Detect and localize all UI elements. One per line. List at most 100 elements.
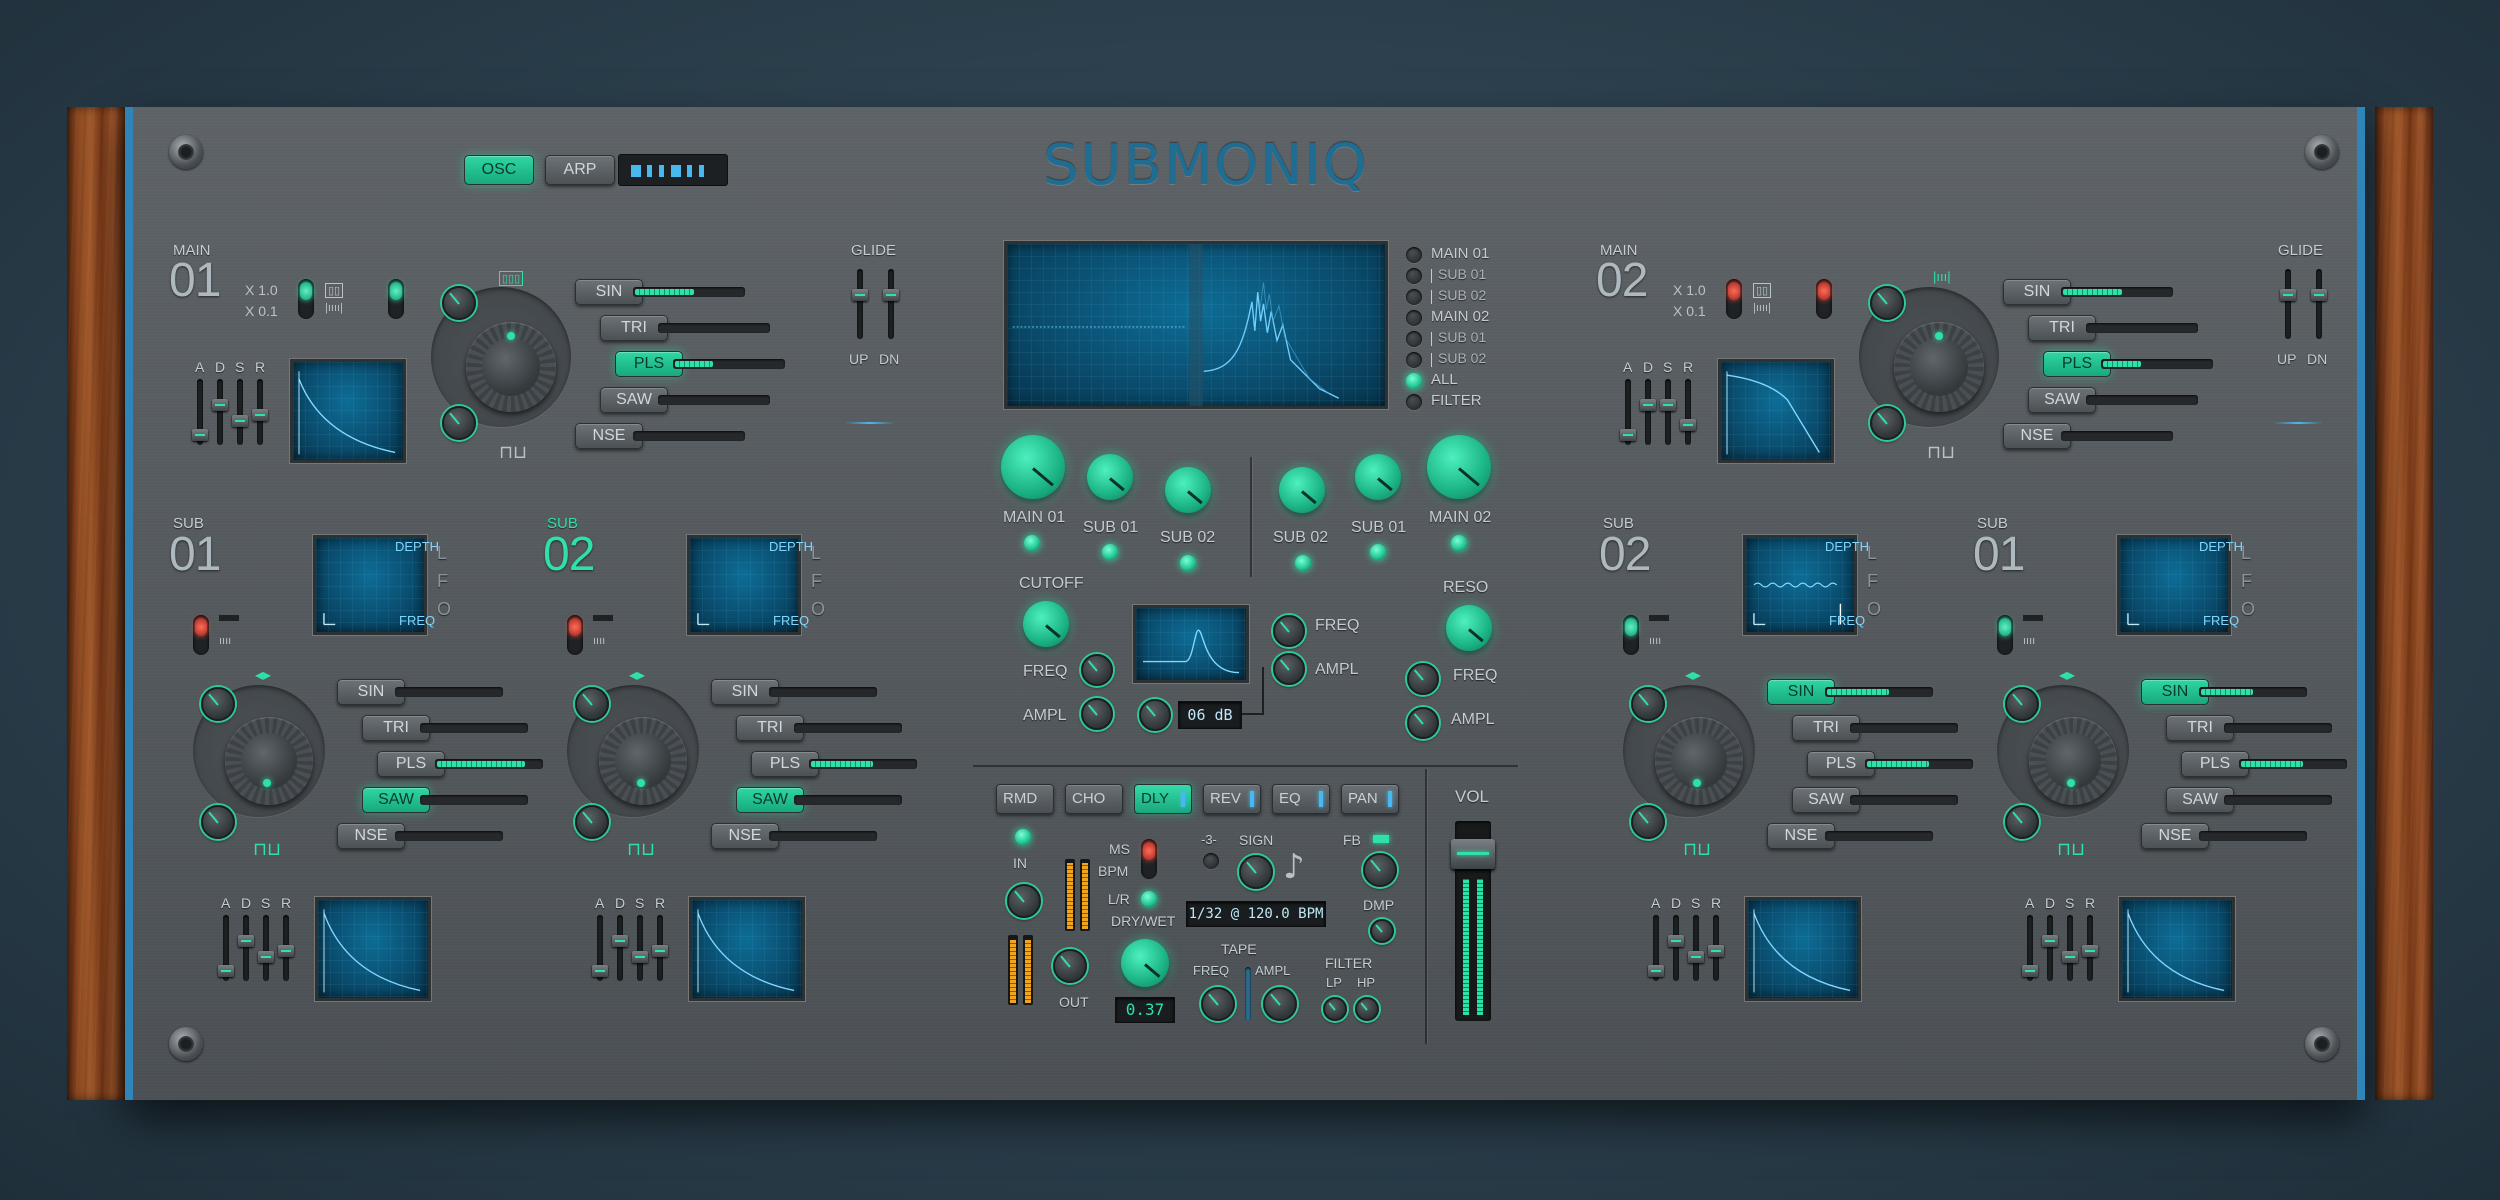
scope-source-label-1[interactable]: SUB 01 bbox=[1438, 266, 1486, 282]
main02-attack-fader[interactable] bbox=[1620, 379, 1636, 445]
sub-left-2-adsr-r-fader[interactable] bbox=[652, 915, 668, 981]
scope-source-led-4[interactable] bbox=[1406, 331, 1422, 347]
sub-left-2-adsr-a-fader[interactable] bbox=[592, 915, 608, 981]
scope-source-led-5[interactable] bbox=[1406, 352, 1422, 368]
main01-decay-fader[interactable] bbox=[212, 379, 228, 445]
scope-source-label-5[interactable]: SUB 02 bbox=[1438, 350, 1486, 366]
reso-ampl-knob[interactable] bbox=[1407, 707, 1439, 739]
fx-tape-freq-knob[interactable] bbox=[1201, 987, 1235, 1021]
filter-ampl-knob-left[interactable] bbox=[1081, 698, 1113, 730]
main02-fine-knob[interactable] bbox=[1870, 286, 1904, 320]
fx-in-knob[interactable] bbox=[1007, 884, 1041, 918]
sub-left-1-adsr-a-fader[interactable] bbox=[218, 915, 234, 981]
fx-sign-knob[interactable] bbox=[1239, 855, 1273, 889]
sub-right-2-wave-tri-level[interactable] bbox=[1850, 723, 1958, 733]
fx-lr-led[interactable] bbox=[1141, 891, 1157, 907]
filter-cutoff-knob[interactable] bbox=[1023, 601, 1069, 647]
main02-voice-switch[interactable] bbox=[1816, 279, 1832, 319]
main01-wave-saw-level[interactable] bbox=[658, 395, 770, 405]
sub-left-1-wave-tri-level[interactable] bbox=[420, 723, 528, 733]
sub-right-2-wave-nse-level[interactable] bbox=[1825, 831, 1933, 841]
scope-source-led-7[interactable] bbox=[1406, 394, 1422, 410]
main02-wave-nse-level[interactable] bbox=[2061, 431, 2173, 441]
main02-decay-fader[interactable] bbox=[1640, 379, 1656, 445]
mix-sub02-knob[interactable] bbox=[1165, 467, 1211, 513]
sub-left-1-adsr-r-fader[interactable] bbox=[278, 915, 294, 981]
fx-hp-knob[interactable] bbox=[1355, 997, 1379, 1021]
sub-right-1-phase-knob[interactable] bbox=[2005, 805, 2039, 839]
filter-freq-knob-left[interactable] bbox=[1081, 654, 1113, 686]
main01-mult-switch[interactable] bbox=[298, 279, 314, 319]
fx-tab-pan[interactable]: PAN bbox=[1341, 784, 1399, 814]
main02-pitch-knob[interactable] bbox=[1894, 322, 1984, 412]
mix-sub01-knob[interactable] bbox=[1087, 454, 1133, 500]
scope-source-led-1[interactable] bbox=[1406, 268, 1422, 284]
main01-glide-up-fader[interactable] bbox=[852, 269, 868, 339]
main02-phase-knob[interactable] bbox=[1870, 406, 1904, 440]
sub-right-1-wave-pls-level[interactable] bbox=[2239, 759, 2347, 769]
filter-freq-knob-right[interactable] bbox=[1273, 615, 1305, 647]
sub-left-1-wave-saw-level[interactable] bbox=[420, 795, 528, 805]
sub-right-1-adsr-s-fader[interactable] bbox=[2062, 915, 2078, 981]
main01-wave-pls-level[interactable] bbox=[673, 359, 785, 369]
fx-tab-cho[interactable]: CHO bbox=[1065, 784, 1123, 814]
main01-wave-tri-level[interactable] bbox=[658, 323, 770, 333]
sub-left-2-mode-switch[interactable] bbox=[567, 615, 583, 655]
mix-right-sub02-knob[interactable] bbox=[1279, 467, 1325, 513]
sub-right-1-adsr-r-fader[interactable] bbox=[2082, 915, 2098, 981]
filter-ampl-knob-right[interactable] bbox=[1273, 653, 1305, 685]
sub-right-2-adsr-d-fader[interactable] bbox=[1668, 915, 1684, 981]
main02-wave-tri-level[interactable] bbox=[2086, 323, 2198, 333]
sub-right-2-mode-switch[interactable] bbox=[1623, 615, 1639, 655]
scope-source-label-3[interactable]: MAIN 02 bbox=[1431, 308, 1489, 325]
fx-drywet-knob[interactable] bbox=[1121, 939, 1169, 987]
arp-pattern-display[interactable] bbox=[618, 154, 728, 186]
scope-source-label-4[interactable]: SUB 01 bbox=[1438, 329, 1486, 345]
main01-pitch-knob[interactable] bbox=[466, 322, 556, 412]
main01-wave-sin-level[interactable] bbox=[633, 287, 745, 297]
sub-left-1-adsr-d-fader[interactable] bbox=[238, 915, 254, 981]
sub-right-1-wave-saw-level[interactable] bbox=[2224, 795, 2332, 805]
mix-main01-knob[interactable] bbox=[1001, 435, 1065, 499]
sub-left-2-wave-pls-level[interactable] bbox=[809, 759, 917, 769]
sub-right-2-fine-knob[interactable] bbox=[1631, 687, 1665, 721]
fx-tape-ampl-knob[interactable] bbox=[1263, 987, 1297, 1021]
main02-mult-switch[interactable] bbox=[1726, 279, 1742, 319]
sub-left-2-adsr-s-fader[interactable] bbox=[632, 915, 648, 981]
scope-source-led-2[interactable] bbox=[1406, 289, 1422, 305]
scope-source-label-2[interactable]: SUB 02 bbox=[1438, 287, 1486, 303]
vol-fader-cap[interactable] bbox=[1451, 839, 1495, 869]
sub-right-1-fine-knob[interactable] bbox=[2005, 687, 2039, 721]
fx-drywet-readout[interactable]: 0.37 bbox=[1115, 997, 1175, 1023]
main02-glide-up-fader[interactable] bbox=[2280, 269, 2296, 339]
sub-left-2-adsr-d-fader[interactable] bbox=[612, 915, 628, 981]
sub-right-2-pitch-knob[interactable] bbox=[1655, 717, 1743, 805]
sub-left-1-phase-knob[interactable] bbox=[201, 805, 235, 839]
sub-right-2-wave-saw-level[interactable] bbox=[1850, 795, 1958, 805]
fx-power-led[interactable] bbox=[1015, 829, 1031, 845]
sub-right-2-adsr-a-fader[interactable] bbox=[1648, 915, 1664, 981]
sub-left-1-wave-pls-level[interactable] bbox=[435, 759, 543, 769]
vol-fader-track[interactable] bbox=[1451, 821, 1495, 1021]
mix-right-sub01-knob[interactable] bbox=[1355, 454, 1401, 500]
sub-left-2-fine-knob[interactable] bbox=[575, 687, 609, 721]
fx-lp-knob[interactable] bbox=[1323, 997, 1347, 1021]
main02-sustain-fader[interactable] bbox=[1660, 379, 1676, 445]
fx-sync-readout[interactable]: 1/32 @ 120.0 BPM bbox=[1186, 901, 1326, 927]
sub-left-2-wave-saw-level[interactable] bbox=[794, 795, 902, 805]
sub-left-2-phase-knob[interactable] bbox=[575, 805, 609, 839]
sub-left-1-pitch-knob[interactable] bbox=[225, 717, 313, 805]
main01-voice-switch[interactable] bbox=[388, 279, 404, 319]
scope-source-label-6[interactable]: ALL bbox=[1431, 371, 1458, 388]
main02-wave-pls-level[interactable] bbox=[2101, 359, 2213, 369]
main02-wave-saw-level[interactable] bbox=[2086, 395, 2198, 405]
main02-wave-sin-level[interactable] bbox=[2061, 287, 2173, 297]
sub-right-1-adsr-d-fader[interactable] bbox=[2042, 915, 2058, 981]
main01-wave-nse-level[interactable] bbox=[633, 431, 745, 441]
sub-right-2-adsr-r-fader[interactable] bbox=[1708, 915, 1724, 981]
main01-release-fader[interactable] bbox=[252, 379, 268, 445]
main01-attack-fader[interactable] bbox=[192, 379, 208, 445]
fx-tab-dly[interactable]: DLY bbox=[1134, 784, 1192, 814]
sub-left-1-adsr-s-fader[interactable] bbox=[258, 915, 274, 981]
scope-source-led-3[interactable] bbox=[1406, 310, 1422, 326]
